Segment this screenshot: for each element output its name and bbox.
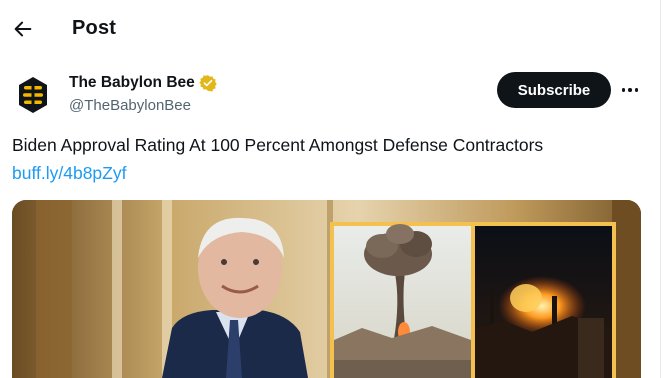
arrow-left-icon (14, 21, 32, 37)
post-header: Post (0, 0, 660, 60)
more-icon (621, 88, 626, 92)
back-button[interactable] (8, 14, 38, 44)
post-image[interactable] (12, 200, 641, 378)
post-image-graphic (12, 200, 641, 378)
subscribe-button[interactable]: Subscribe (497, 72, 611, 108)
verified-badge-icon[interactable] (198, 74, 217, 92)
post-link[interactable]: buff.ly/4b8pZyf (12, 163, 126, 184)
more-options-button[interactable] (618, 80, 642, 100)
author-name-text: The Babylon Bee (69, 74, 195, 91)
avatar[interactable] (12, 74, 54, 116)
author-name[interactable]: The Babylon Bee (69, 74, 217, 92)
author-handle[interactable]: @TheBabylonBee (69, 97, 191, 114)
bee-logo-icon (19, 77, 47, 113)
page-title: Post (72, 17, 117, 39)
post-text: Biden Approval Rating At 100 Percent Amo… (12, 135, 544, 155)
column-divider (660, 0, 661, 378)
